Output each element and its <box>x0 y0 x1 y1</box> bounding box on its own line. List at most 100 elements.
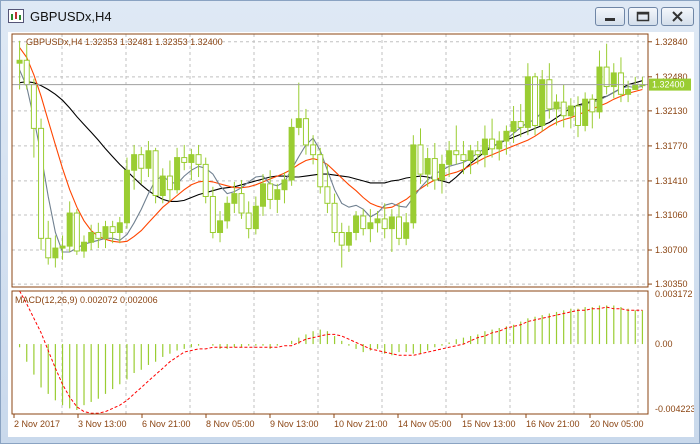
price-tick-label: 1.30700 <box>655 245 688 255</box>
candle-body <box>396 216 403 239</box>
candle-body <box>338 232 345 246</box>
candle-body <box>88 232 95 243</box>
candle-body <box>274 189 281 200</box>
candle-body <box>360 215 367 230</box>
candle-body <box>453 150 460 156</box>
candle-body <box>181 157 188 163</box>
candle-body <box>209 196 216 234</box>
candle-body <box>102 226 109 239</box>
chart-window-icon <box>8 9 24 23</box>
candle-body <box>30 84 37 129</box>
candle-body <box>324 186 331 204</box>
candle-body <box>66 212 73 247</box>
candle-body <box>131 154 138 171</box>
macd-header: MACD(12,26,9) 0.002072 0.002006 <box>15 295 158 305</box>
candle-body <box>574 105 581 126</box>
candle-body <box>496 140 503 150</box>
candle-body <box>603 66 610 88</box>
price-tick-label: 1.31060 <box>655 210 688 220</box>
candle-body <box>446 150 453 165</box>
candle-body <box>38 127 45 239</box>
time-tick-label: 6 Nov 21:00 <box>142 419 191 429</box>
window-titlebar[interactable]: GBPUSDx,H4 <box>1 1 699 33</box>
candle-body <box>539 79 546 126</box>
time-tick-label: 16 Nov 21:00 <box>526 419 580 429</box>
candle-body <box>489 138 496 150</box>
macd-tick-label: -0.004223 <box>655 404 694 414</box>
candle-body <box>403 222 410 239</box>
candle-body <box>417 144 424 175</box>
candle-body <box>302 118 309 146</box>
candle-body <box>59 245 66 249</box>
candle-body <box>367 222 374 230</box>
close-button[interactable] <box>661 7 694 26</box>
candle-body <box>481 138 488 156</box>
time-tick-label: 15 Nov 13:00 <box>462 419 516 429</box>
candle-body <box>252 205 259 230</box>
chart-area[interactable]: 1.32840 1.32480 1.32130 1.31770 1.31410 1.310… <box>8 32 696 437</box>
time-tick-label: 10 Nov 21:00 <box>334 419 388 429</box>
macd-tick-label: 0.003172 <box>655 289 693 299</box>
minimize-button[interactable] <box>595 7 625 26</box>
candle-body <box>116 222 123 234</box>
restore-button[interactable] <box>628 7 658 26</box>
candle-body <box>424 158 431 175</box>
candle-body <box>596 66 603 113</box>
candle-body <box>109 226 116 234</box>
candle-body <box>474 150 481 156</box>
candle-body <box>245 212 252 230</box>
candle-body <box>45 237 52 259</box>
candle-body <box>517 121 524 128</box>
candle-body <box>553 101 560 110</box>
price-chart[interactable]: 1.328401.324801.321301.317701.314101.310… <box>8 32 696 437</box>
window-title: GBPUSDx,H4 <box>30 9 112 24</box>
candle-body <box>503 130 510 142</box>
candle-body <box>381 218 388 230</box>
candle-body <box>123 169 130 224</box>
candle-body <box>138 154 145 169</box>
candle-body <box>467 150 474 162</box>
candle-body <box>617 72 624 95</box>
candle-body <box>166 175 173 191</box>
time-tick-label: 8 Nov 05:00 <box>206 419 255 429</box>
candle-body <box>188 154 195 163</box>
chart-window[interactable]: GBPUSDx,H4 1.32840 1.32480 1.32130 1.31770 1… <box>0 0 700 444</box>
candle-body <box>331 202 338 234</box>
candle-body <box>431 158 438 181</box>
price-tick-label: 1.32840 <box>655 37 688 47</box>
candle-body <box>195 154 202 165</box>
price-tick-label: 1.31770 <box>655 141 688 151</box>
time-tick-label: 9 Nov 13:00 <box>270 419 319 429</box>
candle-body <box>589 98 596 113</box>
candle-body <box>16 59 23 64</box>
candle-body <box>460 154 467 161</box>
candle-body <box>281 179 288 191</box>
candle-body <box>95 232 102 239</box>
price-tick-label: 1.32130 <box>655 106 688 116</box>
candle-body <box>632 84 639 90</box>
candle-body <box>310 144 317 156</box>
candle-body <box>224 202 231 222</box>
candle-body <box>510 121 517 132</box>
candle-body <box>152 150 159 197</box>
candle-body <box>438 163 445 181</box>
candle-body <box>23 59 30 86</box>
candle-body <box>159 175 166 197</box>
candle-body <box>317 154 324 188</box>
candle-body <box>295 118 302 128</box>
candle-body <box>353 215 360 234</box>
current-price-label: 1.32400 <box>652 80 685 90</box>
candle-body <box>582 98 589 126</box>
candle-body <box>345 232 352 246</box>
candle-body <box>267 183 274 200</box>
candle-body <box>174 157 181 191</box>
candle-body <box>374 218 381 224</box>
price-tick-label: 1.31410 <box>655 176 688 186</box>
candle-body <box>410 144 417 224</box>
candle-body <box>217 220 224 234</box>
candle-body <box>73 212 80 252</box>
candle-body <box>231 193 238 204</box>
candle-body <box>288 126 295 181</box>
candle-body <box>238 193 245 214</box>
candle-body <box>81 241 88 252</box>
